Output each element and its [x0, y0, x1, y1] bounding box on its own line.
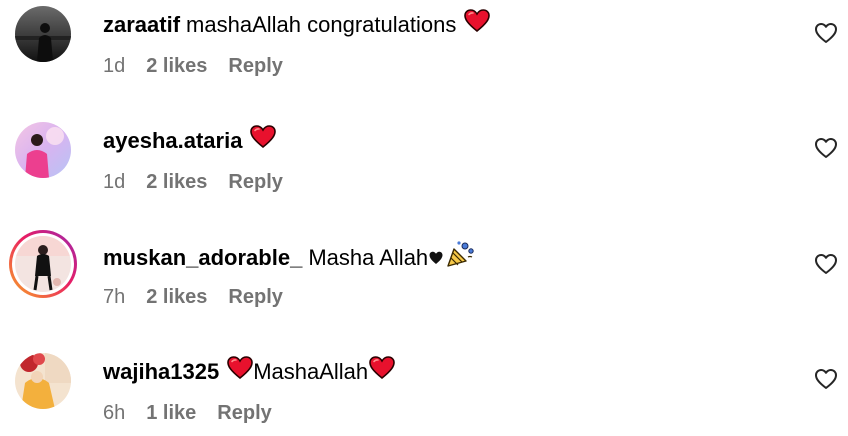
red-heart-emoji — [464, 9, 491, 40]
reply-button[interactable]: Reply — [228, 285, 282, 309]
comment-username[interactable]: ayesha.ataria — [103, 127, 242, 155]
comment-username[interactable]: zaraatif — [103, 11, 180, 39]
avatar[interactable] — [15, 122, 71, 178]
comment-username[interactable]: muskan_adorable_ — [103, 244, 302, 272]
comment-likes[interactable]: 2 likes — [146, 170, 207, 194]
comment-text: Masha Allah — [308, 244, 429, 270]
party-popper-emoji — [445, 240, 475, 275]
avatar-ring-gap — [12, 233, 74, 295]
comment-text: mashaAllah congratulations — [186, 11, 457, 37]
heart-outline-icon[interactable] — [814, 368, 838, 390]
avatar — [15, 236, 71, 292]
comment-likes[interactable]: 2 likes — [146, 285, 207, 309]
comment-item: muskan_adorable_ Masha Allah 7h 2 likes — [0, 230, 848, 330]
red-heart-emoji — [369, 356, 395, 387]
avatar-story-ring[interactable] — [9, 230, 77, 298]
reply-button[interactable]: Reply — [228, 170, 282, 194]
red-heart-emoji — [227, 356, 253, 387]
comment-likes[interactable]: 1 like — [146, 401, 196, 425]
comment-item: zaraatif mashaAllah congratulations 1d 2… — [0, 0, 848, 100]
comment-likes[interactable]: 2 likes — [146, 54, 207, 78]
black-heart-emoji — [429, 244, 443, 272]
avatar[interactable] — [15, 6, 71, 62]
comment-time: 1d — [103, 171, 126, 193]
comment-username[interactable]: wajiha1325 — [103, 358, 219, 386]
heart-outline-icon[interactable] — [814, 22, 838, 44]
comment-time: 6h — [103, 402, 126, 424]
heart-outline-icon[interactable] — [814, 137, 838, 159]
heart-outline-icon[interactable] — [814, 253, 838, 275]
reply-button[interactable]: Reply — [228, 54, 282, 78]
comment-item: wajiha1325 MashaAllah 6h 1 like Reply — [0, 346, 848, 436]
comment-time: 1d — [103, 55, 126, 77]
comment-item: ayesha.ataria 1d 2 likes Reply — [0, 115, 848, 215]
comments-list: zaraatif mashaAllah congratulations 1d 2… — [0, 0, 848, 436]
avatar[interactable] — [15, 353, 71, 409]
comment-text: MashaAllah — [253, 358, 369, 384]
red-heart-emoji — [250, 125, 277, 156]
comment-time: 7h — [103, 286, 126, 308]
reply-button[interactable]: Reply — [217, 401, 271, 425]
